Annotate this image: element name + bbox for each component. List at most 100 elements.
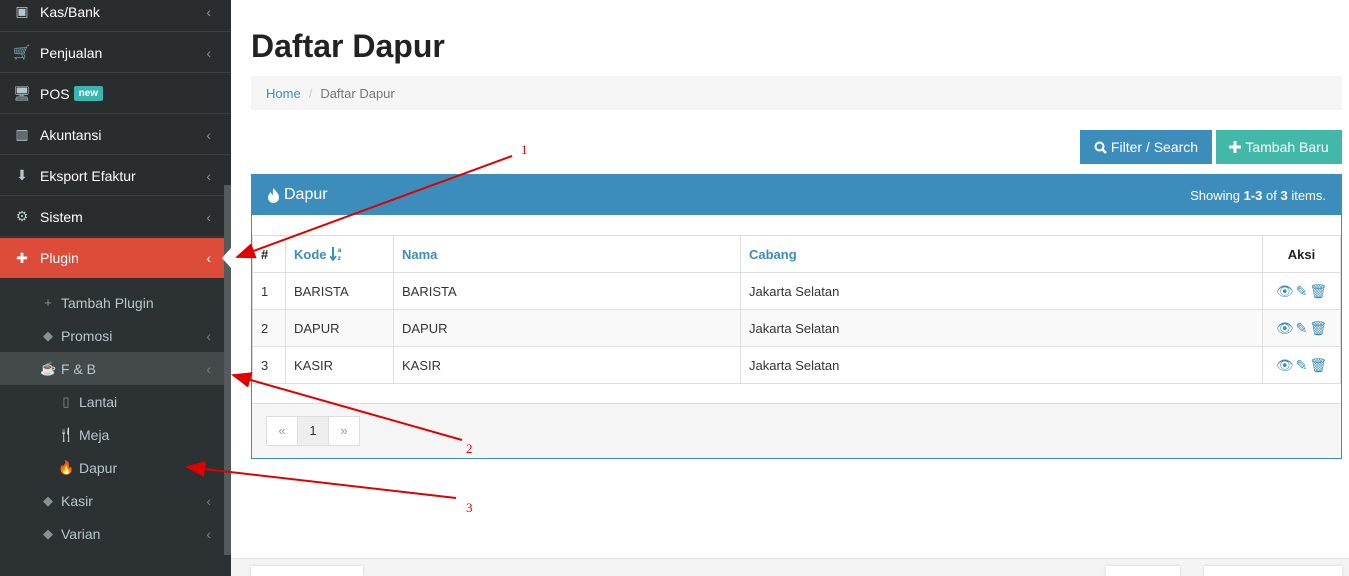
cell-nama: DAPUR (393, 309, 741, 347)
edit-icon[interactable]: ✎ (1296, 357, 1308, 373)
breadcrumb: Home / Daftar Dapur (251, 76, 1342, 110)
submenu-item-label: Tambah Plugin (61, 294, 154, 311)
svg-text:z: z (338, 255, 342, 261)
sidebar-item-label: Sistem (40, 208, 83, 225)
submenu-item-dapur[interactable]: 🔥 Dapur (0, 451, 231, 484)
summary-of: of (1262, 187, 1281, 203)
chevron-left-icon: ‹ (206, 492, 211, 509)
sidebar-item-kas-bank[interactable]: ▣ Kas/Bank ‹ (0, 0, 231, 32)
view-icon[interactable]: 👁 (1276, 320, 1294, 336)
submenu-item-label: F & B (61, 360, 97, 377)
sidebar-item-penjualan[interactable]: 🛒 Penjualan ‹ (0, 33, 231, 73)
breadcrumb-home-link[interactable]: Home (266, 86, 301, 101)
sidebar-item-label: Plugin (40, 250, 79, 266)
sidebar-item-akuntansi[interactable]: ▥ Akuntansi ‹ (0, 115, 231, 155)
col-aksi-header: Aksi (1262, 235, 1341, 273)
bottom-strip (231, 558, 1349, 576)
chevron-left-icon: ‹ (206, 126, 211, 143)
sidebar-item-pos[interactable]: 🖥 POS new (0, 74, 231, 114)
sidebar-item-sistem[interactable]: ⚙ Sistem ‹ (0, 197, 231, 237)
table-header-row: # Kode az Nama Cabang Aksi (252, 235, 1341, 273)
search-icon (1094, 141, 1107, 154)
summary-prefix: Showing (1190, 187, 1244, 203)
plus-icon: + (44, 295, 52, 310)
cell-nama: BARISTA (393, 272, 741, 310)
bar-chart-icon: ▥ (15, 126, 29, 142)
chevron-left-icon: ‹ (206, 525, 211, 542)
export-icon: ⬇ (16, 167, 28, 183)
cell-num: 1 (252, 272, 286, 310)
annotation-number-2: 2 (466, 441, 473, 456)
submenu-item-promosi[interactable]: ◆ Promosi ‹ (0, 319, 231, 352)
breadcrumb-current: Daftar Dapur (320, 85, 395, 101)
table-row: 3 KASIR KASIR Jakarta Selatan 👁 ✎ 🗑 (252, 346, 1341, 384)
cell-cabang: Jakarta Selatan (740, 309, 1263, 347)
submenu-item-label: Lantai (79, 393, 118, 410)
col-kode-header[interactable]: Kode az (285, 235, 394, 273)
gears-icon: ⚙ (15, 208, 29, 224)
sidebar-scrollbar[interactable] (224, 185, 231, 555)
bottom-box-mid (1106, 566, 1180, 576)
cell-actions: 👁 ✎ 🗑 (1262, 309, 1341, 347)
summary-total: 3 (1280, 187, 1288, 203)
submenu-item-tambah-plugin[interactable]: + Tambah Plugin (0, 286, 231, 319)
view-icon[interactable]: 👁 (1276, 283, 1294, 299)
cell-num: 3 (252, 346, 286, 384)
col-num-header: # (252, 235, 286, 273)
fire-icon (268, 187, 279, 203)
main-content: Daftar Dapur Home / Daftar Dapur Filter … (231, 0, 1349, 576)
pagination-prev[interactable]: « (266, 416, 298, 446)
sidebar-item-label: Penjualan (40, 44, 103, 61)
dapur-panel: Dapur Showing 1-3 of 3 items. # Kode az … (251, 174, 1342, 459)
view-icon[interactable]: 👁 (1276, 357, 1294, 373)
table-row: 1 BARISTA BARISTA Jakarta Selatan 👁 ✎ 🗑 (252, 272, 1341, 310)
add-new-button[interactable]: Tambah Baru (1216, 130, 1342, 164)
submenu-item-label: Meja (79, 426, 110, 443)
sidebar-item-plugin[interactable]: ✚ Plugin ‹ (0, 238, 231, 278)
cell-kode: BARISTA (285, 272, 394, 310)
fire-icon: 🔥 (58, 459, 75, 475)
dapur-table: # Kode az Nama Cabang Aksi 1 BARISTA BAR… (252, 235, 1341, 384)
submenu-item-label: Kasir (61, 492, 93, 509)
panel-title: Dapur (284, 186, 328, 203)
coffee-icon: ☕ (40, 360, 57, 376)
submenu-item-label: Dapur (79, 459, 118, 476)
trash-icon[interactable]: 🗑 (1309, 357, 1327, 373)
pagination-next[interactable]: » (328, 416, 360, 446)
cutlery-icon: 🍴 (58, 426, 75, 442)
money-icon: ▣ (15, 3, 29, 19)
annotation-number-1: 1 (521, 142, 528, 157)
tags-icon: ◆ (43, 327, 53, 343)
submenu-item-meja[interactable]: 🍴 Meja (0, 418, 231, 451)
col-nama-header[interactable]: Nama (393, 235, 741, 273)
cell-actions: 👁 ✎ 🗑 (1262, 346, 1341, 384)
submenu-item-fnb[interactable]: ☕ F & B ‹ (0, 352, 231, 385)
cell-num: 2 (252, 309, 286, 347)
submenu-item-lantai[interactable]: ▯ Lantai (0, 385, 231, 418)
submenu-item-kasir[interactable]: ◆ Kasir ‹ (0, 484, 231, 517)
annotation-number-3: 3 (466, 500, 473, 515)
trash-icon[interactable]: 🗑 (1309, 320, 1327, 336)
new-badge: new (73, 86, 104, 101)
sidebar-item-eksport-efaktur[interactable]: ⬇ Eksport Efaktur ‹ (0, 156, 231, 196)
cell-kode: DAPUR (285, 309, 394, 347)
chevron-left-icon: ‹ (206, 167, 211, 184)
tags-icon: ◆ (43, 492, 53, 508)
trash-icon[interactable]: 🗑 (1309, 283, 1327, 299)
edit-icon[interactable]: ✎ (1296, 320, 1308, 336)
submenu-item-varian[interactable]: ◆ Varian ‹ (0, 517, 231, 550)
sidebar-item-label: Akuntansi (40, 126, 102, 143)
sidebar-item-label: POS (40, 85, 70, 102)
chevron-left-icon: ‹ (206, 327, 211, 344)
page-title: Daftar Dapur (251, 28, 445, 64)
col-cabang-header[interactable]: Cabang (740, 235, 1263, 273)
panel-footer: « 1 » (252, 403, 1341, 458)
filter-search-button[interactable]: Filter / Search (1080, 130, 1212, 164)
edit-icon[interactable]: ✎ (1296, 283, 1308, 299)
summary-range: 1-3 (1243, 187, 1263, 203)
plus-icon (1229, 141, 1242, 153)
submenu-item-label: Promosi (61, 327, 113, 344)
cell-cabang: Jakarta Selatan (740, 272, 1263, 310)
summary-suffix: items. (1287, 187, 1326, 203)
pagination-page-1[interactable]: 1 (297, 416, 329, 446)
